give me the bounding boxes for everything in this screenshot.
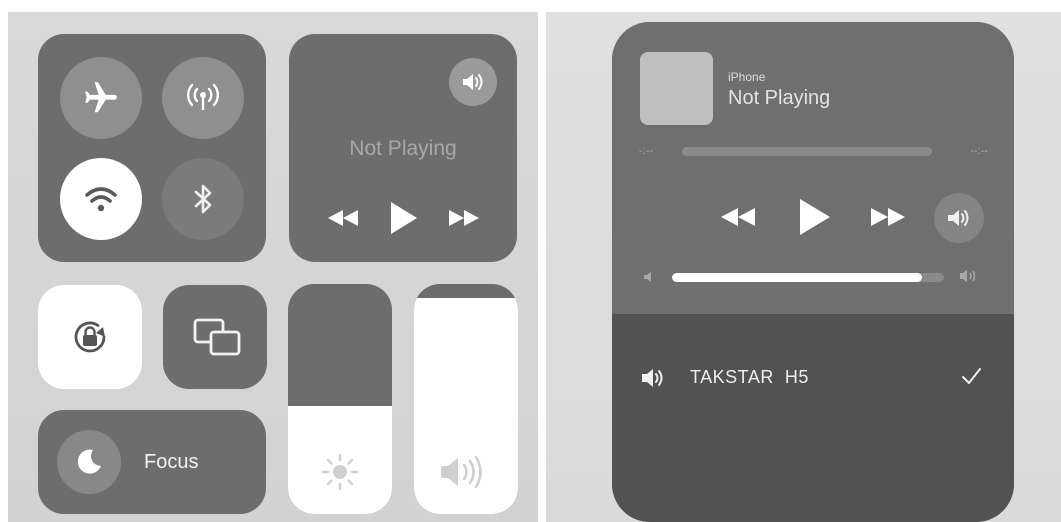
- rewind-button[interactable]: [716, 195, 760, 239]
- focus-icon-circle: [57, 430, 121, 494]
- fast-forward-button[interactable]: [866, 195, 910, 239]
- checkmark-icon: [960, 365, 982, 387]
- bluetooth-icon: [185, 179, 221, 219]
- screen-mirroring-button[interactable]: [163, 285, 267, 389]
- play-button[interactable]: [385, 200, 421, 236]
- speaker-icon: [640, 368, 666, 388]
- control-center-panel: Not Playing Focus: [8, 12, 538, 522]
- remaining-time: --:--: [970, 145, 988, 157]
- fast-forward-icon: [869, 206, 907, 228]
- connectivity-module: [38, 34, 266, 262]
- volume-max-icon: [958, 268, 980, 284]
- rewind-icon: [326, 208, 360, 228]
- album-artwork: [640, 52, 713, 125]
- wifi-icon: [81, 179, 121, 219]
- wifi-toggle[interactable]: [60, 158, 142, 240]
- volume-level-fill: [672, 273, 923, 282]
- play-icon: [388, 201, 418, 235]
- speaker-airplay-icon: [945, 206, 973, 230]
- screen-mirroring-icon: [193, 318, 241, 358]
- rewind-button[interactable]: [323, 200, 363, 236]
- play-button[interactable]: [794, 195, 834, 239]
- now-playing-card: iPhone Not Playing -:-- --:-- TAKSTAR H5: [612, 22, 1014, 522]
- sun-icon: [288, 452, 392, 492]
- now-playing-header: iPhone Not Playing -:-- --:--: [612, 22, 1014, 314]
- device-name: iPhone: [728, 70, 766, 84]
- cellular-data-toggle[interactable]: [162, 57, 244, 139]
- speaker-airplay-icon: [460, 71, 486, 93]
- track-status: Not Playing: [728, 87, 831, 109]
- play-icon: [797, 198, 831, 236]
- airplane-icon: [82, 79, 120, 117]
- media-status-text: Not Playing: [349, 137, 457, 160]
- output-device-name: TAKSTAR H5: [690, 367, 809, 387]
- volume-min-icon: [642, 270, 656, 284]
- playback-scrubber[interactable]: [682, 147, 932, 156]
- airplay-button[interactable]: [934, 193, 984, 243]
- bluetooth-toggle[interactable]: [162, 158, 244, 240]
- speaker-icon: [414, 452, 518, 492]
- volume-slider[interactable]: [672, 273, 944, 282]
- media-controls: [289, 200, 517, 236]
- rewind-icon: [719, 206, 757, 228]
- cellular-antenna-icon: [183, 78, 223, 118]
- focus-button[interactable]: Focus: [38, 410, 266, 514]
- fast-forward-button[interactable]: [444, 200, 484, 236]
- elapsed-time: -:--: [639, 145, 654, 157]
- orientation-lock-icon: [68, 315, 112, 359]
- now-playing-panel: iPhone Not Playing -:-- --:-- TAKSTAR H5: [546, 12, 1061, 522]
- media-module[interactable]: Not Playing: [289, 34, 517, 262]
- focus-label: Focus: [144, 451, 199, 473]
- orientation-lock-toggle[interactable]: [38, 285, 142, 389]
- fast-forward-icon: [447, 208, 481, 228]
- audio-output-section: [612, 314, 1014, 522]
- playback-controls: [612, 193, 1014, 243]
- volume-slider[interactable]: [414, 284, 518, 514]
- moon-icon: [74, 447, 104, 477]
- brightness-slider[interactable]: [288, 284, 392, 514]
- airplane-mode-toggle[interactable]: [60, 57, 142, 139]
- audio-output-row[interactable]: TAKSTAR H5: [640, 362, 990, 394]
- airplay-button[interactable]: [449, 58, 497, 106]
